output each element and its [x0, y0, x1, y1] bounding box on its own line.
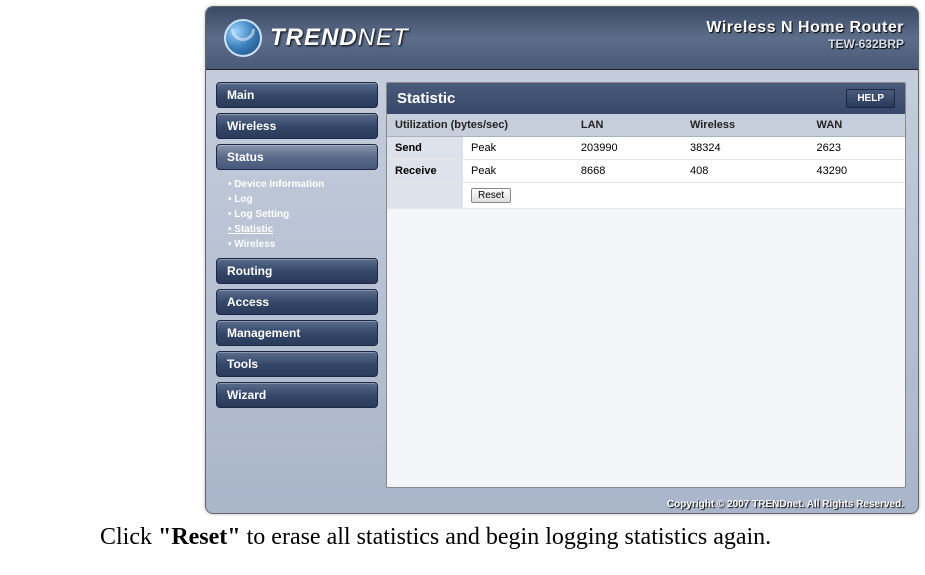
brand-logo: TRENDNET [224, 19, 409, 57]
nav-main[interactable]: Main [216, 82, 378, 108]
table-header-row: Utilization (bytes/sec) LAN Wireless WAN [387, 114, 905, 137]
instruction-pre: Click [100, 524, 158, 550]
sidebar-nav: Main Wireless Status Device Information … [206, 70, 386, 496]
row-receive-label: Receive [387, 160, 463, 183]
globe-icon [224, 19, 262, 57]
subnav-device-info[interactable]: Device Information [228, 177, 378, 192]
content-panel: Statistic HELP Utilization (bytes/sec) L… [386, 82, 906, 488]
instruction-bold: "Reset" [158, 524, 241, 550]
copyright-footer: Copyright © 2007 TRENDnet. All Rights Re… [667, 499, 904, 510]
product-name: Wireless N Home Router [706, 19, 904, 37]
instruction-post: to erase all statistics and begin loggin… [241, 524, 772, 550]
help-button[interactable]: HELP [846, 89, 895, 108]
subnav-wireless[interactable]: Wireless [228, 237, 378, 252]
product-model: TEW-632BRP [706, 37, 904, 51]
content-header: Statistic HELP [387, 83, 905, 114]
row-send-label: Send [387, 137, 463, 160]
statistics-table: Utilization (bytes/sec) LAN Wireless WAN… [387, 114, 905, 209]
instruction-text: Click "Reset" to erase all statistics an… [100, 524, 771, 551]
nav-wireless[interactable]: Wireless [216, 113, 378, 139]
row-reset: Reset [387, 183, 905, 209]
reset-cell: Reset [463, 183, 905, 209]
row-send-wan: 2623 [809, 137, 905, 160]
nav-tools[interactable]: Tools [216, 351, 378, 377]
page-title: Statistic [397, 90, 455, 107]
row-send: Send Peak 203990 38324 2623 [387, 137, 905, 160]
col-utilization: Utilization (bytes/sec) [387, 114, 573, 137]
header-product: Wireless N Home Router TEW-632BRP [706, 19, 904, 51]
brand-thin: NET [358, 24, 409, 51]
brand-bold: TREND [270, 24, 358, 51]
header-bar: TRENDNET Wireless N Home Router TEW-632B… [206, 7, 918, 70]
nav-wizard[interactable]: Wizard [216, 382, 378, 408]
subnav-statistic[interactable]: Statistic [228, 222, 378, 237]
row-receive-lan: 8668 [573, 160, 682, 183]
nav-access[interactable]: Access [216, 289, 378, 315]
row-receive: Receive Peak 8668 408 43290 [387, 160, 905, 183]
row-receive-type: Peak [463, 160, 573, 183]
row-send-type: Peak [463, 137, 573, 160]
nav-management[interactable]: Management [216, 320, 378, 346]
col-wireless: Wireless [682, 114, 809, 137]
col-lan: LAN [573, 114, 682, 137]
row-send-wireless: 38324 [682, 137, 809, 160]
router-admin-panel: TRENDNET Wireless N Home Router TEW-632B… [205, 6, 919, 514]
reset-spacer [387, 183, 463, 209]
nav-routing[interactable]: Routing [216, 258, 378, 284]
nav-status-subitems: Device Information Log Log Setting Stati… [216, 175, 378, 258]
subnav-log[interactable]: Log [228, 192, 378, 207]
row-send-lan: 203990 [573, 137, 682, 160]
reset-button[interactable]: Reset [471, 188, 511, 203]
row-receive-wan: 43290 [809, 160, 905, 183]
brand-text: TRENDNET [270, 24, 409, 52]
col-wan: WAN [809, 114, 905, 137]
row-receive-wireless: 408 [682, 160, 809, 183]
nav-status[interactable]: Status [216, 144, 378, 170]
subnav-log-setting[interactable]: Log Setting [228, 207, 378, 222]
